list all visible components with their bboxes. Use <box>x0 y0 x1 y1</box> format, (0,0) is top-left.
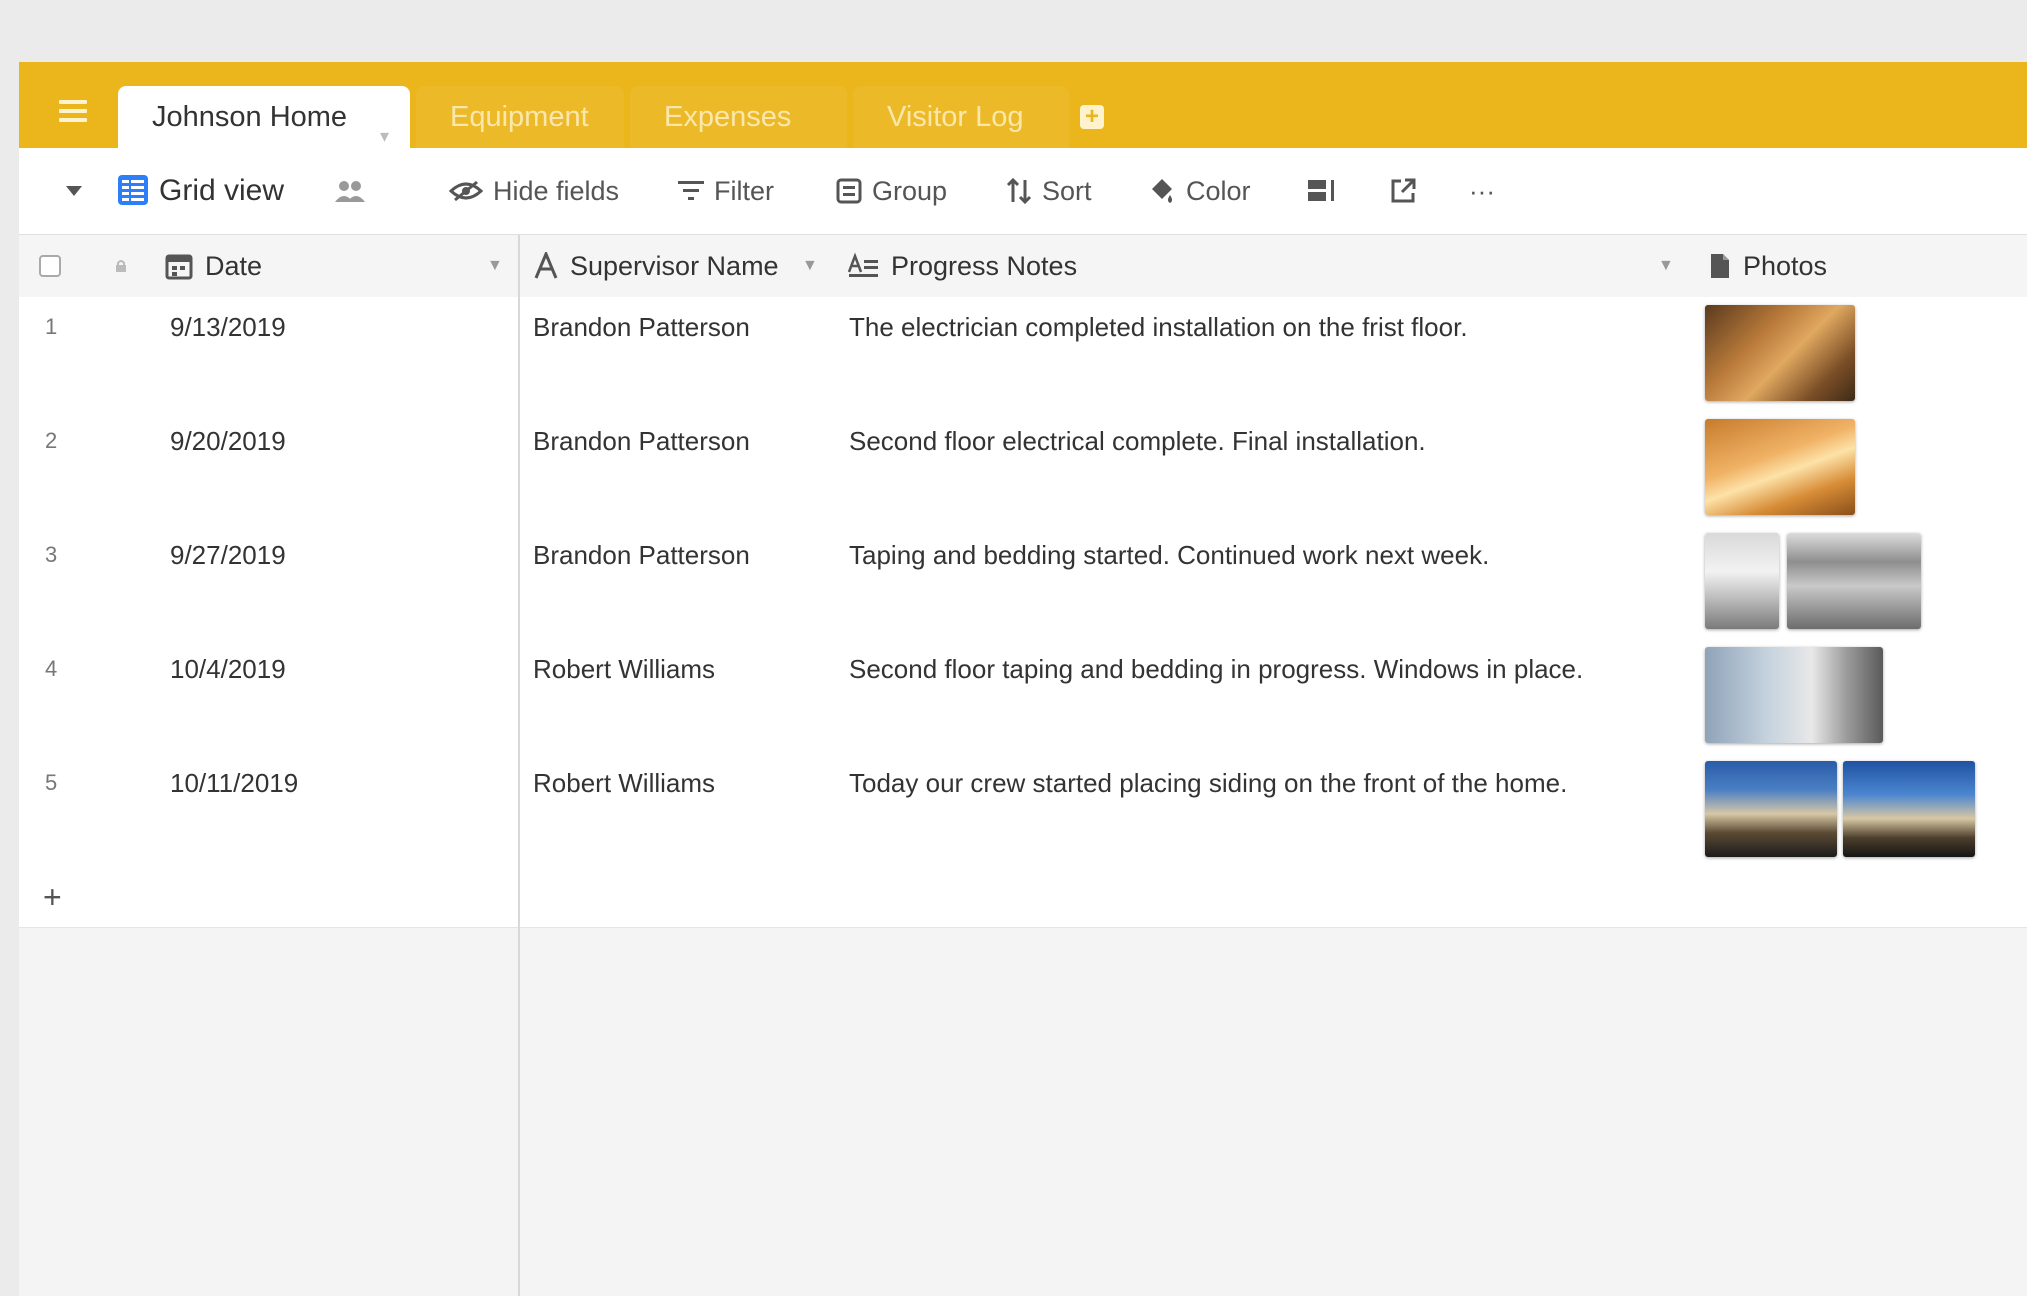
supervisor-cell[interactable]: Brandon Patterson <box>533 297 750 357</box>
column-label: Photos <box>1743 251 1828 281</box>
checkbox-icon <box>39 254 61 277</box>
sort-icon <box>1006 177 1032 204</box>
primary-field-lock <box>115 235 139 297</box>
color-button[interactable]: Color <box>1148 148 1251 234</box>
row-number: 4 <box>45 656 58 681</box>
color-label: Color <box>1186 176 1251 206</box>
view-toolbar: Grid view Hide fields Filter Group Sort … <box>19 148 2027 235</box>
photo-thumbnail[interactable] <box>1787 533 1921 629</box>
tab-label: Expenses <box>664 101 792 133</box>
column-menu-caret-icon[interactable]: ▼ <box>487 235 503 297</box>
date-cell[interactable]: 10/4/2019 <box>170 639 286 699</box>
frozen-column-divider[interactable] <box>518 235 520 1296</box>
view-name: Grid view <box>159 174 285 207</box>
add-record-row[interactable]: + <box>19 867 2027 928</box>
calendar-icon <box>165 254 193 280</box>
photo-thumbnail[interactable] <box>1705 761 1837 857</box>
column-header-progress-notes[interactable]: Progress Notes <box>847 235 1077 297</box>
notes-cell[interactable]: Taping and bedding started. Continued wo… <box>849 525 1489 585</box>
tab-label: Johnson Home <box>152 101 348 133</box>
menu-icon[interactable] <box>59 100 87 122</box>
table-row[interactable]: 3 9/27/2019 Brandon Patterson Taping and… <box>19 525 2027 641</box>
column-header-photos[interactable]: Photos <box>1709 235 1827 297</box>
add-table-icon[interactable]: + <box>1080 105 1104 129</box>
notes-cell[interactable]: The electrician completed installation o… <box>849 297 1468 357</box>
supervisor-cell[interactable]: Robert Williams <box>533 753 715 813</box>
row-height-icon <box>1308 179 1334 201</box>
text-field-icon <box>534 249 558 279</box>
eye-slash-icon <box>448 180 484 202</box>
supervisor-cell[interactable]: Brandon Patterson <box>533 525 750 585</box>
more-icon: ··· <box>1469 176 1495 206</box>
group-label: Group <box>872 176 948 206</box>
lock-icon <box>116 259 126 272</box>
view-switcher[interactable]: Grid view <box>117 148 284 234</box>
photo-thumbnail[interactable] <box>1843 761 1975 857</box>
table-row[interactable]: 5 10/11/2019 Robert Williams Today our c… <box>19 753 2027 869</box>
table-tab-bar: Johnson Home ▾ Equipment Expenses Visito… <box>19 62 2027 148</box>
column-menu-caret-icon[interactable]: ▼ <box>1658 235 1674 297</box>
date-cell[interactable]: 10/11/2019 <box>170 753 298 813</box>
tab-expenses[interactable]: Expenses <box>630 86 847 148</box>
date-cell[interactable]: 9/27/2019 <box>170 525 286 585</box>
row-height-button[interactable] <box>1307 148 1347 234</box>
supervisor-cell[interactable]: Brandon Patterson <box>533 411 750 471</box>
row-number: 5 <box>45 770 58 795</box>
share-view-button[interactable] <box>1389 148 1427 234</box>
column-label: Supervisor Name <box>570 251 779 281</box>
table-row[interactable]: 2 9/20/2019 Brandon Patterson Second flo… <box>19 411 2027 527</box>
tab-johnson-home[interactable]: Johnson Home ▾ <box>118 86 410 148</box>
filter-label: Filter <box>714 176 774 206</box>
people-icon <box>335 180 365 202</box>
filter-icon <box>678 180 704 200</box>
row-number: 2 <box>45 428 58 453</box>
row-number: 3 <box>45 542 58 567</box>
app-window: Johnson Home ▾ Equipment Expenses Visito… <box>19 62 2027 1296</box>
tab-equipment[interactable]: Equipment <box>416 86 624 148</box>
caret-down-icon <box>66 185 82 196</box>
long-text-icon <box>847 252 878 277</box>
column-menu-caret-icon[interactable]: ▼ <box>802 235 818 297</box>
hide-fields-label: Hide fields <box>493 176 620 206</box>
view-collaborators-button[interactable] <box>334 148 376 234</box>
photo-thumbnail[interactable] <box>1705 305 1855 401</box>
share-icon <box>1391 178 1416 203</box>
attachment-icon <box>1711 253 1729 278</box>
grid-header-row: Date ▼ Supervisor Name ▼ Progress Notes … <box>19 235 2027 298</box>
group-icon <box>836 178 862 204</box>
tab-visitor-log[interactable]: Visitor Log <box>853 86 1069 148</box>
notes-cell[interactable]: Second floor electrical complete. Final … <box>849 411 1426 471</box>
date-cell[interactable]: 9/13/2019 <box>170 297 286 357</box>
paint-bucket-icon <box>1152 178 1172 203</box>
column-label: Date <box>205 251 263 281</box>
column-header-date[interactable]: Date <box>165 235 262 297</box>
supervisor-cell[interactable]: Robert Williams <box>533 639 715 699</box>
group-button[interactable]: Group <box>836 148 947 234</box>
sort-label: Sort <box>1042 176 1092 206</box>
hide-fields-button[interactable]: Hide fields <box>448 148 620 234</box>
filter-button[interactable]: Filter <box>678 148 774 234</box>
photo-thumbnail[interactable] <box>1705 533 1779 629</box>
table-row[interactable]: 1 9/13/2019 Brandon Patterson The electr… <box>19 297 2027 413</box>
select-all-checkbox[interactable] <box>39 235 73 297</box>
notes-cell[interactable]: Second floor taping and bedding in progr… <box>849 639 1583 699</box>
date-cell[interactable]: 9/20/2019 <box>170 411 286 471</box>
views-toggle-button[interactable] <box>65 148 93 234</box>
sort-button[interactable]: Sort <box>1006 148 1092 234</box>
more-options-button[interactable]: ··· <box>1469 148 1495 234</box>
add-record-icon[interactable]: + <box>43 867 62 927</box>
grid-view-icon <box>118 175 148 206</box>
table-row[interactable]: 4 10/4/2019 Robert Williams Second floor… <box>19 639 2027 755</box>
row-number: 1 <box>45 314 58 339</box>
tab-label: Visitor Log <box>887 101 1024 133</box>
notes-cell[interactable]: Today our crew started placing siding on… <box>849 753 1567 813</box>
photo-thumbnail[interactable] <box>1705 419 1855 515</box>
column-header-supervisor-name[interactable]: Supervisor Name <box>534 235 779 297</box>
column-label: Progress Notes <box>891 251 1078 281</box>
photo-thumbnail[interactable] <box>1705 647 1883 743</box>
tab-label: Equipment <box>450 101 589 133</box>
